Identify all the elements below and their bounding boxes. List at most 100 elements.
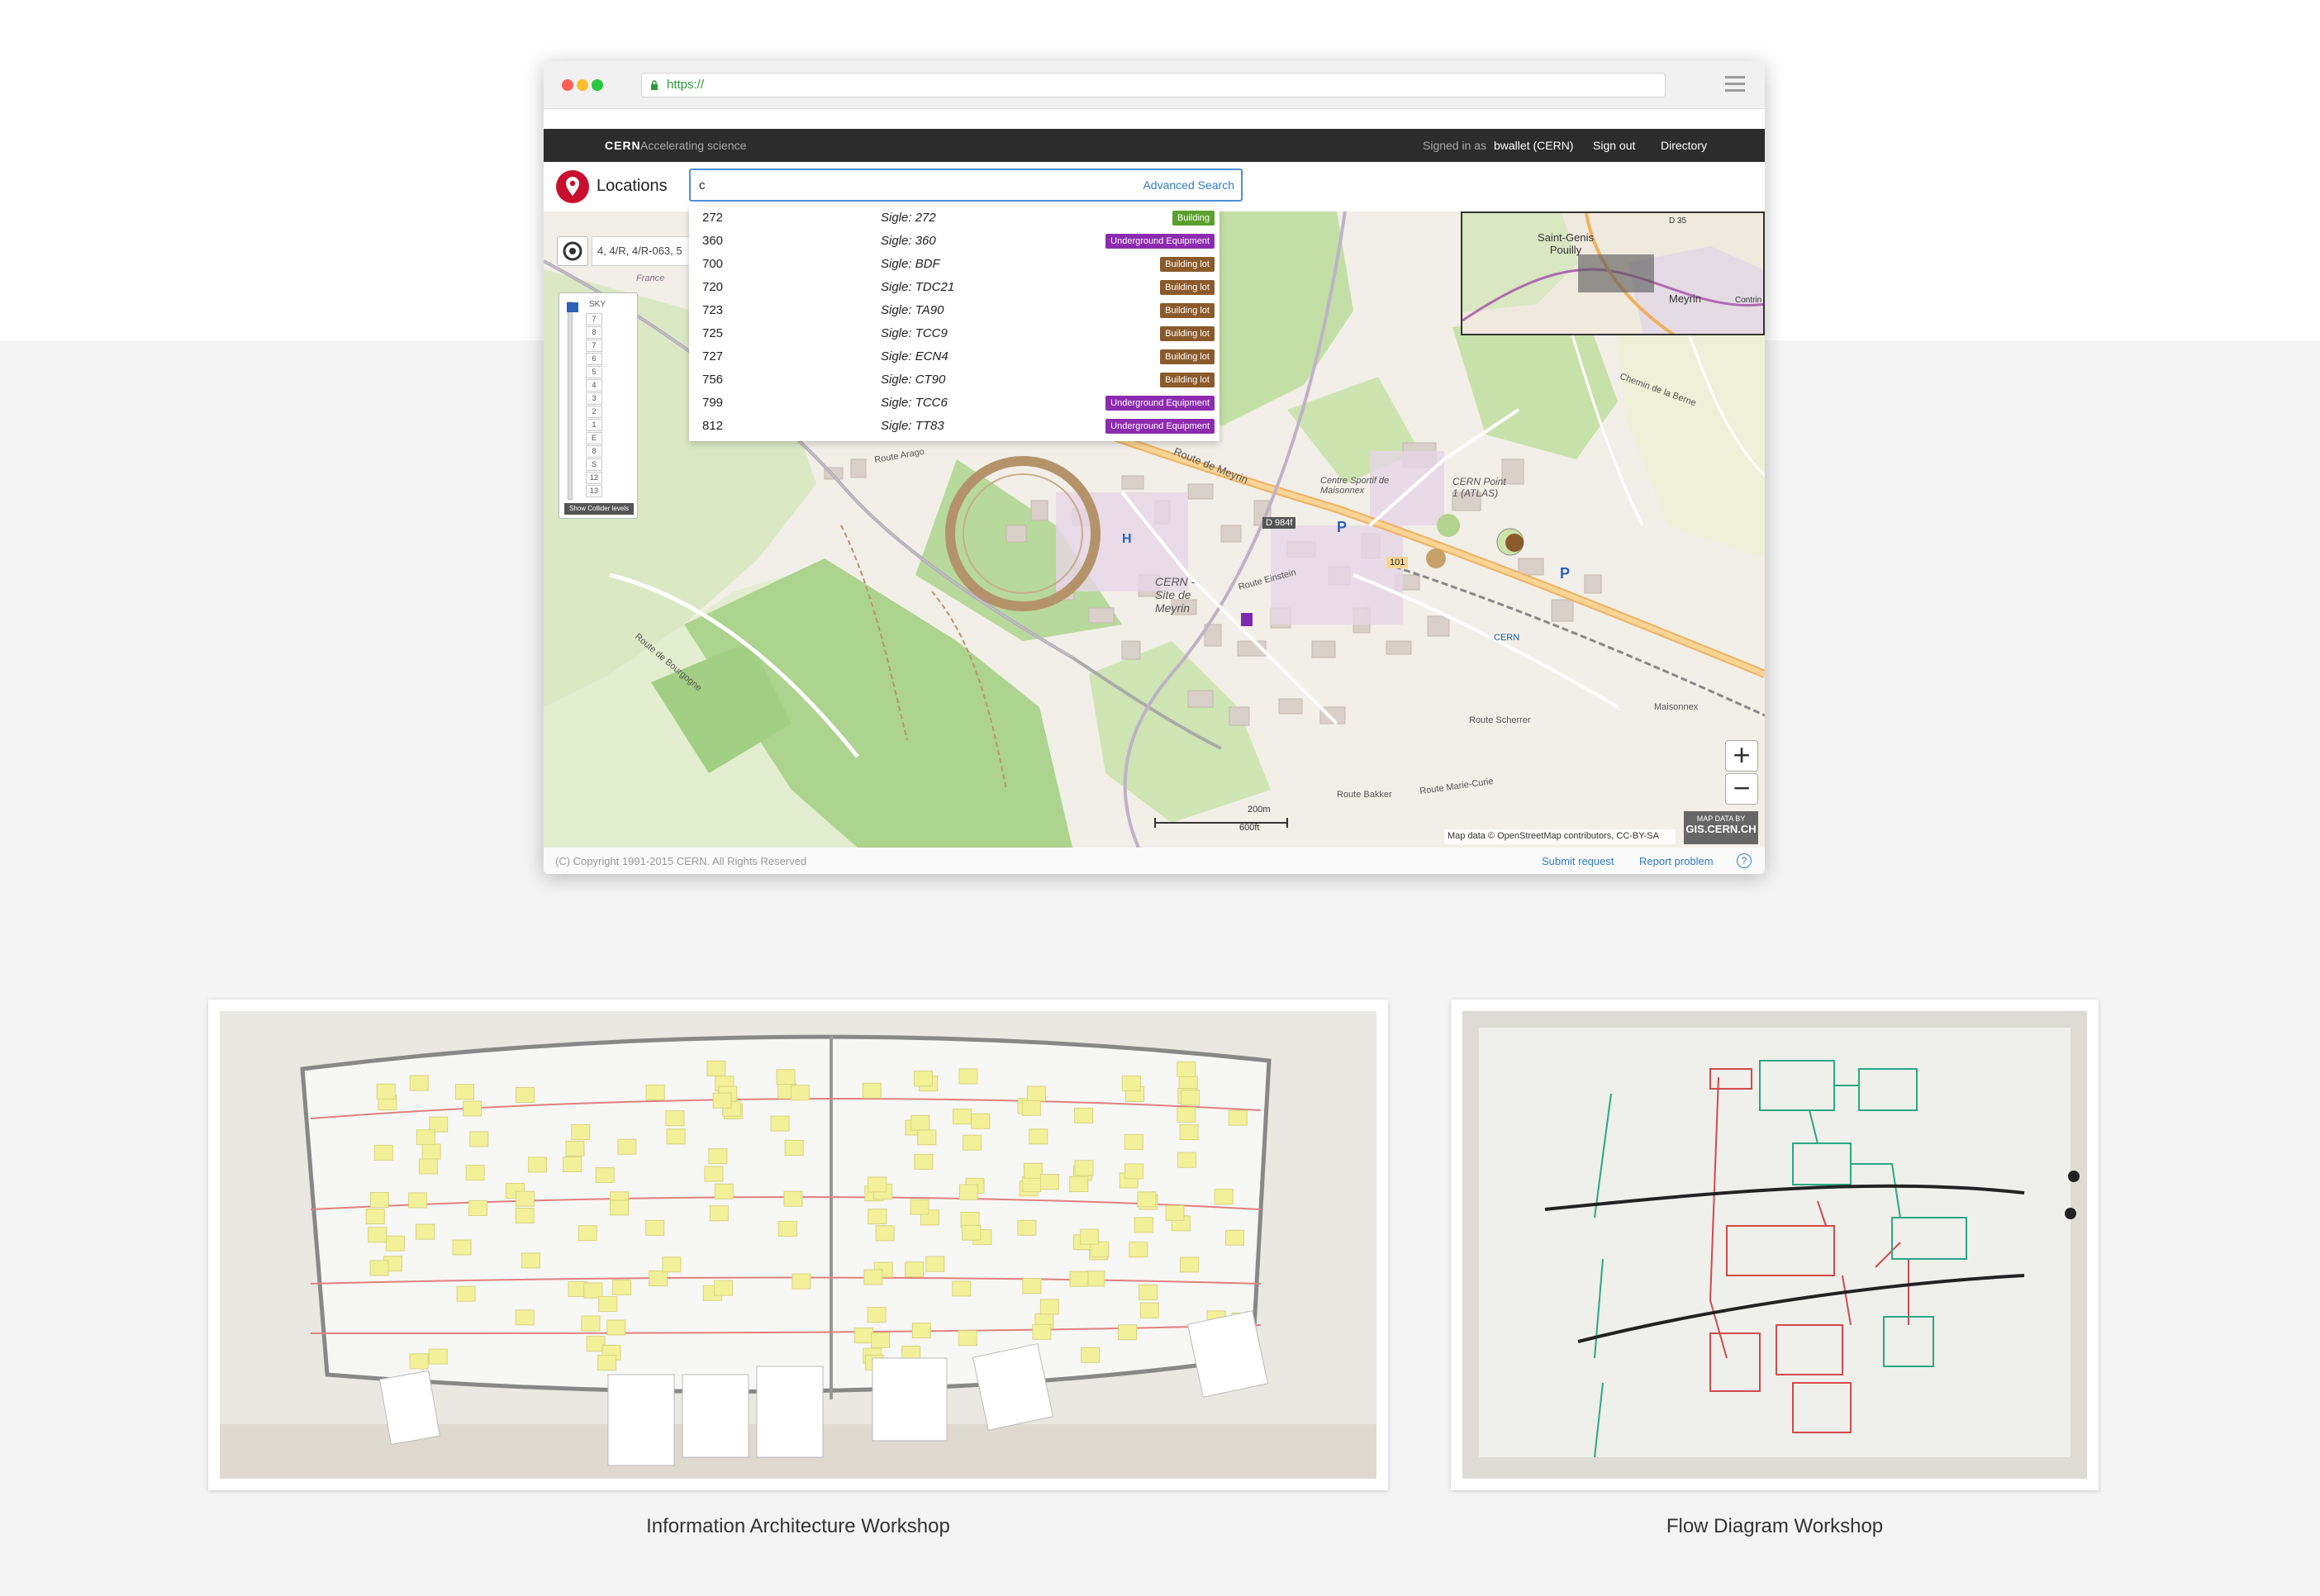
map-attribution: Map data © OpenStreetMap contributors, C… xyxy=(1444,829,1676,844)
level-option[interactable]: 6 xyxy=(586,353,602,365)
crosshair-icon xyxy=(563,241,582,261)
search-result-item[interactable]: 727 Sigle: ECN4 Building lot xyxy=(689,345,1219,368)
browser-window: https:// CERN Accelerating science Signe… xyxy=(544,61,1765,874)
gis-cern-badge[interactable]: MAP DATA BY GIS.CERN.CH xyxy=(1684,811,1758,844)
locate-button[interactable] xyxy=(557,236,588,266)
result-type-badge: Building lot xyxy=(1160,257,1215,272)
search-box: Advanced Search xyxy=(689,169,1243,202)
search-result-item[interactable]: 360 Sigle: 360 Underground Equipment xyxy=(689,230,1219,253)
level-slider-handle[interactable] xyxy=(567,302,578,312)
result-sigle: Sigle: TCC6 xyxy=(881,396,948,410)
cern-brand[interactable]: CERN xyxy=(605,139,641,152)
app-header: Locations Advanced Search xyxy=(544,162,1765,211)
level-option[interactable]: 4 xyxy=(586,379,602,392)
level-option[interactable]: 2 xyxy=(586,406,602,418)
search-result-item[interactable]: 700 Sigle: BDF Building lot xyxy=(689,253,1219,276)
level-option[interactable]: 3 xyxy=(586,392,602,405)
ia-workshop-photo xyxy=(208,1000,1388,1490)
search-result-item[interactable]: 272 Sigle: 272 Building xyxy=(689,207,1219,230)
result-number: 725 xyxy=(702,326,724,340)
level-option[interactable]: 1 xyxy=(586,419,602,431)
parking-icon: P xyxy=(1337,519,1348,535)
result-type-badge: Building lot xyxy=(1160,280,1215,295)
scale-label-feet: 600ft xyxy=(1239,823,1260,833)
result-sigle: Sigle: TDC21 xyxy=(881,280,955,294)
minimap-canvas xyxy=(1462,213,1763,334)
result-number: 723 xyxy=(702,303,724,317)
result-number: 812 xyxy=(702,419,724,433)
search-result-item[interactable]: 720 Sigle: TDC21 Building lot xyxy=(689,276,1219,299)
location-pin-icon xyxy=(556,170,589,203)
lock-icon xyxy=(651,80,658,90)
level-option[interactable]: 8 xyxy=(586,326,602,339)
minimize-window-button[interactable] xyxy=(577,79,588,91)
browser-menu-icon[interactable] xyxy=(1725,76,1745,93)
user-link[interactable]: bwallet (CERN) xyxy=(1494,139,1573,152)
show-collider-levels-button[interactable]: Show Collider levels xyxy=(564,503,634,515)
result-sigle: Sigle: BDF xyxy=(881,257,940,271)
zoom-in-button[interactable]: + xyxy=(1725,740,1758,772)
result-type-badge: Building lot xyxy=(1160,349,1215,364)
address-bar[interactable]: https:// xyxy=(641,73,1666,97)
zoom-out-button[interactable]: − xyxy=(1725,773,1758,805)
whiteboard-sticky-notes-image xyxy=(220,1011,1376,1479)
map-label-france: France xyxy=(636,273,665,283)
map-label-route-bakker: Route Bakker xyxy=(1337,790,1392,800)
signed-in-label: Signed in as xyxy=(1423,139,1487,152)
advanced-search-link[interactable]: Advanced Search xyxy=(1143,178,1234,192)
sign-out-link[interactable]: Sign out xyxy=(1593,139,1635,152)
report-problem-link[interactable]: Report problem xyxy=(1639,855,1714,867)
map-label-route-scherrer: Route Scherrer xyxy=(1469,715,1531,725)
search-result-item[interactable]: 723 Sigle: TA90 Building lot xyxy=(689,299,1219,322)
search-result-item[interactable]: 812 Sigle: TT83 Underground Equipment xyxy=(689,415,1219,438)
map-label-cern-site: CERN - Site de Meyrin xyxy=(1155,575,1196,615)
result-type-badge: Building lot xyxy=(1160,326,1215,341)
result-type-badge: Building xyxy=(1172,211,1215,226)
help-icon[interactable]: ? xyxy=(1737,853,1752,868)
level-option[interactable]: 8 xyxy=(586,445,602,458)
map-label-sport: Centre Sportif de Maisonnex xyxy=(1320,476,1390,496)
result-sigle: Sigle: TT83 xyxy=(881,419,944,433)
result-sigle: Sigle: ECN4 xyxy=(881,349,948,363)
level-option[interactable]: 13 xyxy=(586,485,602,497)
result-number: 700 xyxy=(702,257,724,271)
result-type-badge: Underground Equipment xyxy=(1105,234,1215,249)
maximize-window-button[interactable] xyxy=(592,79,603,91)
result-sigle: Sigle: TCC9 xyxy=(881,326,948,340)
whiteboard-flow-diagram-image xyxy=(1462,1011,2087,1479)
overview-minimap[interactable]: Saint-Genis Pouilly Meyrin D 35 Contrin xyxy=(1461,211,1765,335)
minimap-label-meyrin: Meyrin xyxy=(1669,292,1702,305)
level-slider[interactable] xyxy=(567,302,578,500)
cern-tagline: Accelerating science xyxy=(640,139,747,152)
close-window-button[interactable] xyxy=(562,79,573,91)
museum-icon xyxy=(1505,534,1524,552)
search-result-item[interactable]: 799 Sigle: TCC6 Underground Equipment xyxy=(689,392,1219,415)
flow-workshop-caption: Flow Diagram Workshop xyxy=(1666,1515,1884,1537)
map-label-maisonnex: Maisonnex xyxy=(1654,702,1699,712)
submit-request-link[interactable]: Submit request xyxy=(1542,855,1614,867)
parking-icon: P xyxy=(1560,565,1571,582)
level-option[interactable]: 7 xyxy=(586,313,602,325)
minimap-label-contrin: Contrin xyxy=(1735,296,1762,305)
search-results-dropdown: 272 Sigle: 272 Building 360 Sigle: 360 Underg… xyxy=(689,207,1219,441)
result-sigle: Sigle: TA90 xyxy=(881,303,944,317)
level-option[interactable]: 5 xyxy=(586,366,602,378)
directory-link[interactable]: Directory xyxy=(1661,139,1707,152)
result-sigle: Sigle: CT90 xyxy=(881,373,946,387)
level-option[interactable]: E xyxy=(586,432,602,444)
level-option[interactable]: 7 xyxy=(586,340,602,352)
level-selector: SKY 7 8 7 6 5 4 3 2 1 E 8 S 12 13 Show Collider level… xyxy=(559,292,638,519)
map-label-point1: CERN Point 1 (ATLAS) xyxy=(1452,476,1506,499)
url-text: https:// xyxy=(667,78,705,92)
map-label-101: 101 xyxy=(1386,557,1409,568)
level-option[interactable]: 12 xyxy=(586,472,602,484)
level-option[interactable]: S xyxy=(586,458,602,471)
result-number: 720 xyxy=(702,280,724,294)
app-footer: (C) Copyright 1991-2015 CERN. All Rights… xyxy=(544,848,1765,874)
search-result-item[interactable]: 725 Sigle: TCC9 Building lot xyxy=(689,322,1219,345)
search-result-item[interactable]: 756 Sigle: CT90 Building lot xyxy=(689,368,1219,392)
level-list: 7 8 7 6 5 4 3 2 1 E 8 S 12 13 xyxy=(586,313,602,498)
search-input[interactable] xyxy=(699,175,1096,195)
result-sigle: Sigle: 360 xyxy=(881,234,936,248)
minimap-label-d35: D 35 xyxy=(1669,216,1687,226)
